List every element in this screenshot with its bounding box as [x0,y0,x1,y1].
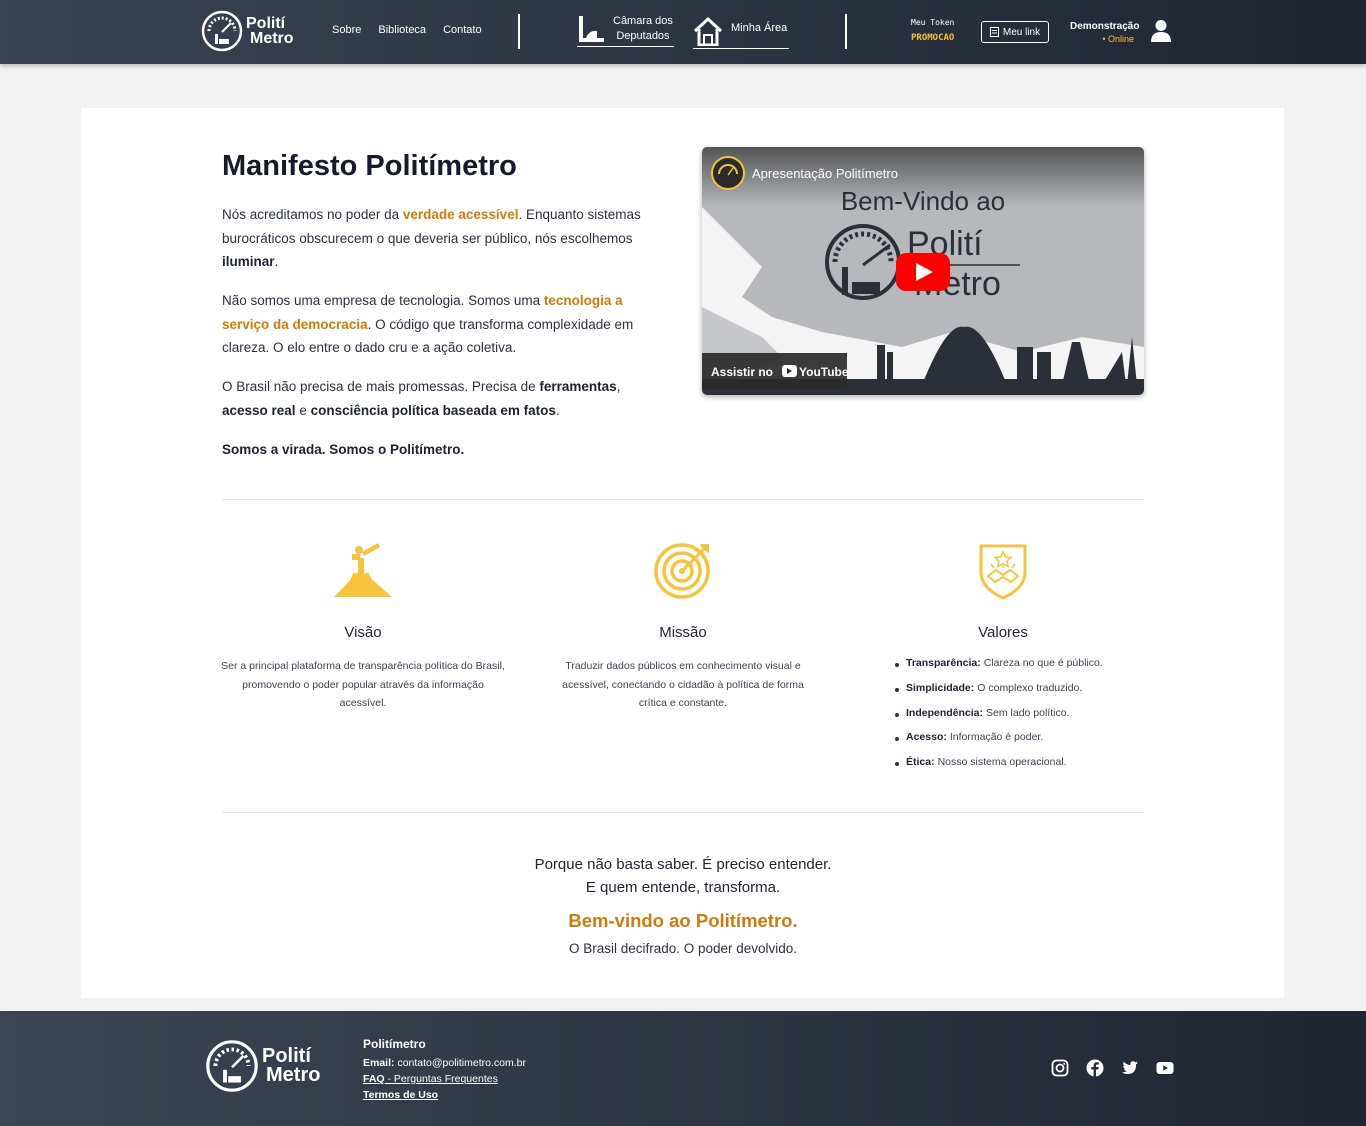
top-navbar: Polití Metro Sobre Biblioteca Contato Câ… [0,0,1366,64]
valores-title: Valores [978,624,1028,641]
video-player[interactable]: Apresentação Politímetro Bem-Vindo ao Po… [702,147,1144,395]
missao-text: Traduzir dados públicos em conhecimento … [562,660,804,709]
minha-area-label: Minha Área [731,21,788,34]
footer-email: Email: contato@politimetro.com.br [363,1057,526,1069]
token-label: Meu Token [911,18,955,27]
meu-link-label: Meu link [1002,26,1041,38]
footer-email-address[interactable]: contato@politimetro.com.br [397,1057,526,1069]
social-links [1051,1059,1174,1077]
play-button-icon[interactable] [896,253,950,291]
closing-statement: Porque não basta saber. É preciso entend… [222,853,1144,899]
nav-divider [518,14,520,49]
missao-title: Missão [659,624,707,641]
minha-area-button[interactable]: Minha Área [693,16,789,49]
closing-tagline: O Brasil decifrado. O poder devolvido. [568,941,798,956]
page-title: Manifesto Politímetro [222,150,517,182]
video-thumbnail: Apresentação Politímetro Bem-Vindo ao Po… [702,147,1144,395]
instagram-icon[interactable] [1051,1059,1069,1077]
home-icon [693,16,723,46]
user-name: Demonstração [1070,21,1140,32]
youtube-icon[interactable] [1156,1059,1174,1077]
nav-divider [845,14,847,49]
main-nav: Sobre Biblioteca Contato [332,24,482,36]
video-title[interactable]: Apresentação Politímetro [752,166,898,181]
camara-deputados-button[interactable]: Câmara dos Deputados [577,14,674,47]
manifesto-paragraph-2: Não somos uma empresa de tecnologia. Som… [222,293,634,355]
closing-line-1: Porque não basta saber. É preciso entend… [534,856,832,873]
valores-item: Ética: Nosso sistema operacional. [895,756,1103,781]
camara-line2: Deputados [616,30,670,42]
nav-link-sobre[interactable]: Sobre [332,24,361,36]
facebook-icon[interactable] [1086,1059,1104,1077]
visao-title: Visão [344,624,382,641]
section-divider [222,499,1144,500]
camara-line1: Câmara dos [613,15,673,28]
brand-line2: Metro [250,30,294,47]
brand-line1: Polití [246,14,286,32]
meu-link-button[interactable]: Meu link [981,21,1049,43]
manifesto-paragraph-3: O Brasil não precisa de mais promessas. … [222,379,621,418]
footer-terms-link[interactable]: Termos de Uso [363,1089,438,1101]
watch-label: Assistir no [711,365,773,379]
visao-text: Ser a principal plataforma de transparên… [221,660,505,709]
video-headline: Bem-Vindo ao [841,186,1005,216]
valores-list: Transparência: Clareza no que é público. … [895,657,1103,781]
valores-item: Transparência: Clareza no que é público. [895,657,1103,682]
token-value: PROMOCAO [911,33,955,43]
footer-title: Politímetro [363,1037,426,1051]
brand-logo[interactable]: Polití Metro [200,9,294,53]
target-mission-icon [654,543,710,599]
gauge-logo-icon [201,10,243,52]
user-status: • Online [1102,34,1134,44]
document-icon [989,27,999,37]
valores-item: Independência: Sem lado político. [895,707,1103,732]
youtube-label: YouTube [799,365,849,379]
section-divider [222,812,1144,813]
valores-item: Acesso: Informação é poder. [895,731,1103,756]
shield-handshake-values-icon [979,544,1027,600]
valores-item: Simplicidade: O complexo traduzido. [895,682,1103,707]
nav-link-contato[interactable]: Contato [443,24,482,36]
footer-brand-logo[interactable]: Polití Metro [204,1038,320,1094]
user-avatar-icon[interactable] [1150,19,1172,43]
closing-line-2: E quem entende, transforma. [585,879,781,896]
telescope-vision-icon [334,543,392,597]
congress-icon [579,16,604,42]
welcome-heading: Bem-vindo ao Politímetro. [568,910,798,931]
manifesto-paragraph-4: Somos a virada. Somos o Politímetro. [222,442,465,457]
gauge-logo-icon [206,1040,258,1092]
manifesto-paragraph-1: Nós acreditamos no poder da verdade aces… [222,207,641,269]
nav-link-biblioteca[interactable]: Biblioteca [378,24,426,36]
footer-brand-line2: Metro [266,1064,321,1086]
twitter-icon[interactable] [1121,1059,1139,1077]
footer-faq-link[interactable]: FAQ - Perguntas Frequentes [363,1073,498,1085]
